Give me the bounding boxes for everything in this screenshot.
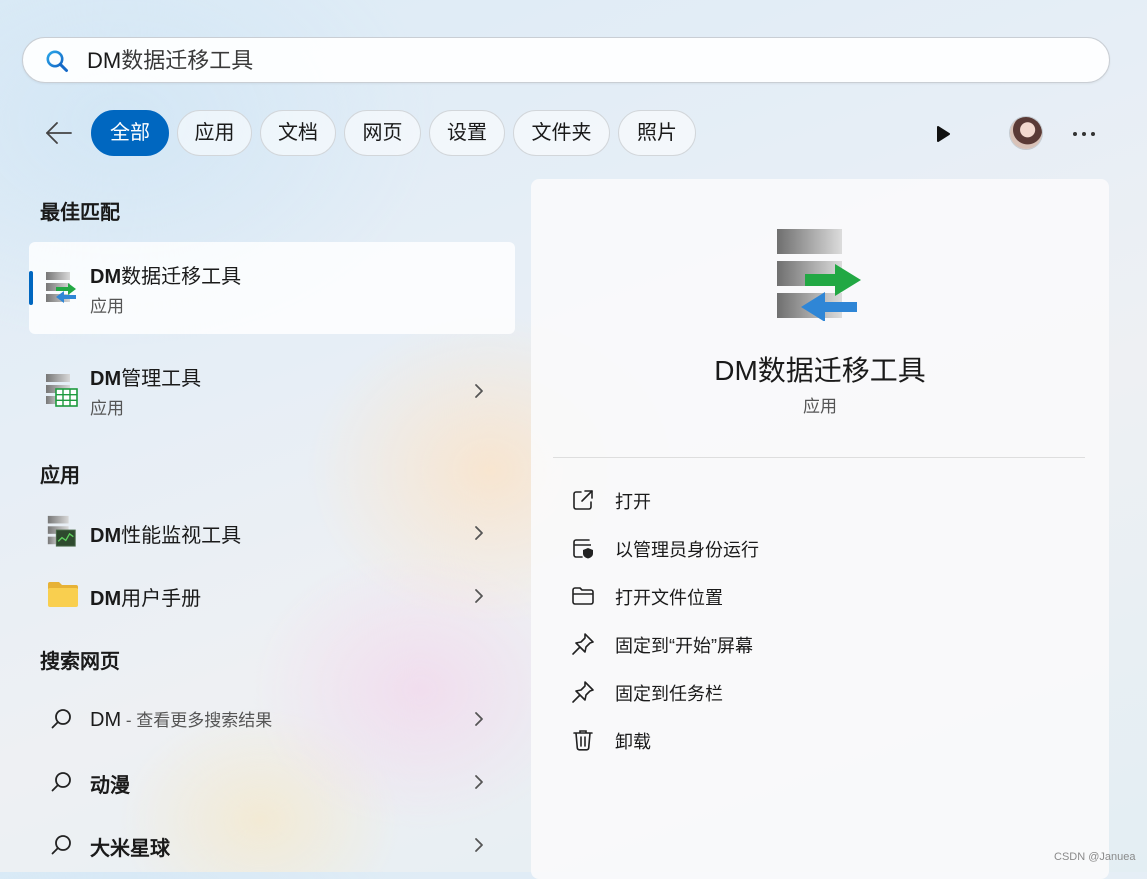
search-icon: [51, 772, 71, 792]
section-best-match: 最佳匹配: [40, 202, 120, 224]
pin-icon: [572, 633, 594, 655]
search-query-rest: 数据迁移工具: [121, 48, 254, 73]
web-result-anime-title: 动漫: [90, 775, 130, 797]
dm-manager-title: DM管理工具: [90, 368, 202, 390]
detail-title: DM数据迁移工具: [714, 355, 926, 386]
result-dm-performance-monitor[interactable]: DM性能监视工具: [29, 506, 515, 558]
web-result-dami-planet-title: 大米星球: [90, 838, 170, 860]
user-manual-title: DM用户手册: [90, 588, 202, 610]
result-dm-user-manual[interactable]: DM用户手册: [29, 570, 515, 622]
data-migration-app-icon: [46, 272, 76, 303]
tab-folders[interactable]: 文件夹: [513, 110, 610, 156]
chevron-right-icon[interactable]: [473, 382, 485, 400]
shield-admin-icon: [573, 539, 593, 559]
performance-monitor-title: DM性能监视工具: [90, 525, 242, 547]
chevron-right-icon[interactable]: [473, 587, 485, 605]
performance-monitor-app-icon: [47, 515, 76, 547]
action-pin-to-taskbar[interactable]: 固定到任务栏: [571, 677, 971, 707]
search-query-prefix: DM: [87, 48, 122, 73]
divider: [553, 457, 1085, 458]
trash-icon: [573, 730, 593, 751]
tab-settings[interactable]: 设置: [429, 110, 505, 156]
search-icon: [51, 709, 71, 729]
action-open-file-location-label: 打开文件位置: [615, 588, 723, 608]
avatar[interactable]: [1010, 117, 1042, 149]
best-match-type: 应用: [90, 297, 124, 316]
action-uninstall[interactable]: 卸载: [571, 725, 971, 755]
chevron-right-icon[interactable]: [473, 773, 485, 791]
section-web-search: 搜索网页: [40, 651, 120, 673]
chevron-right-icon[interactable]: [473, 710, 485, 728]
web-result-dami-planet[interactable]: 大米星球: [29, 820, 515, 868]
detail-type: 应用: [803, 397, 837, 416]
best-match-title: DM数据迁移工具: [90, 266, 242, 288]
search-icon: [51, 835, 71, 855]
action-open-file-location[interactable]: 打开文件位置: [571, 581, 971, 611]
more-options-icon[interactable]: [1072, 131, 1096, 137]
result-dm-manager[interactable]: DM管理工具 应用: [29, 346, 515, 434]
tab-all[interactable]: 全部: [91, 110, 169, 156]
action-pin-to-start[interactable]: 固定到“开始”屏幕: [571, 629, 971, 659]
dm-manager-type: 应用: [90, 399, 124, 418]
action-run-as-admin[interactable]: 以管理员身份运行: [571, 533, 971, 563]
back-arrow-icon[interactable]: [44, 120, 74, 146]
web-result-dm[interactable]: DM - 查看更多搜索结果: [29, 694, 515, 742]
tab-web[interactable]: 网页: [344, 110, 421, 156]
folder-icon: [572, 587, 594, 605]
section-apps: 应用: [40, 465, 80, 487]
action-pin-to-taskbar-label: 固定到任务栏: [615, 684, 723, 704]
action-open[interactable]: 打开: [571, 485, 971, 515]
watermark: CSDN @Januea: [1054, 851, 1136, 863]
action-run-as-admin-label: 以管理员身份运行: [615, 540, 759, 560]
best-match-item[interactable]: DM数据迁移工具 应用: [29, 242, 515, 334]
search-box[interactable]: DM数据迁移工具: [22, 37, 1110, 83]
chevron-right-icon[interactable]: [473, 524, 485, 542]
search-icon: [46, 50, 68, 72]
data-migration-large-icon: [777, 229, 861, 321]
folder-icon: [48, 582, 78, 607]
play-icon[interactable]: [934, 124, 952, 144]
action-uninstall-label: 卸载: [615, 732, 651, 752]
dm-manager-app-icon: [46, 374, 78, 407]
web-result-anime[interactable]: 动漫: [29, 757, 515, 805]
web-result-dm-title: DM - 查看更多搜索结果: [90, 709, 273, 731]
selection-indicator: [29, 271, 33, 305]
pin-icon: [572, 681, 594, 703]
chevron-right-icon[interactable]: [473, 836, 485, 854]
tab-documents[interactable]: 文档: [260, 110, 336, 156]
detail-panel: DM数据迁移工具 应用 打开 以管理员身份运行 打开文件位置 固定到“开始”屏幕: [531, 179, 1109, 879]
open-external-icon: [573, 490, 593, 510]
tab-photos[interactable]: 照片: [618, 110, 696, 156]
search-input[interactable]: DM数据迁移工具: [87, 48, 253, 74]
action-pin-to-start-label: 固定到“开始”屏幕: [615, 636, 753, 656]
action-open-label: 打开: [615, 492, 651, 512]
tab-apps[interactable]: 应用: [177, 110, 252, 156]
